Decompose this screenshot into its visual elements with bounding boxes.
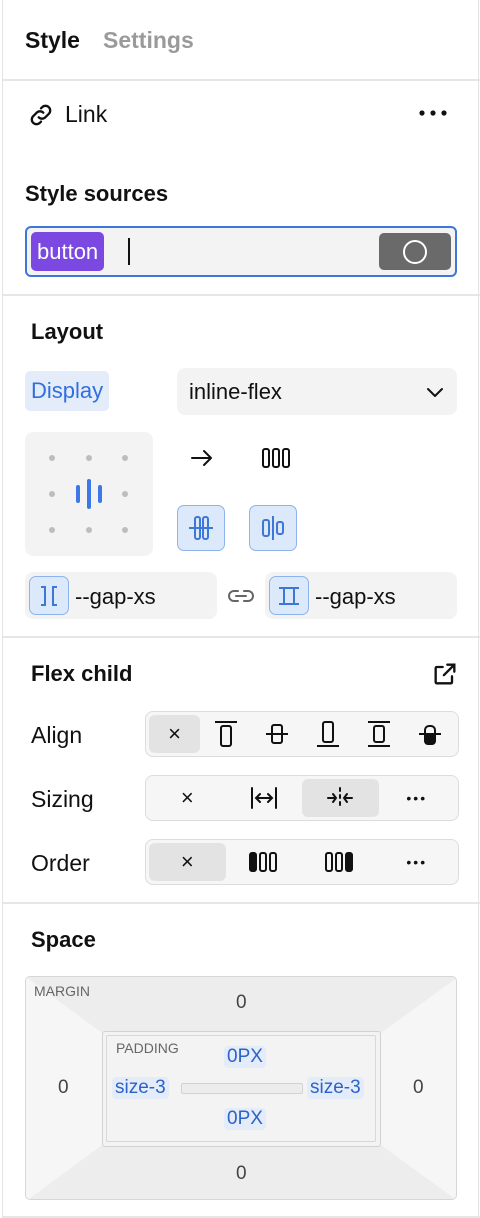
align-start-icon <box>214 721 237 747</box>
style-sources-title: Style sources <box>25 181 169 206</box>
margin-right-value[interactable]: 0 <box>413 1077 424 1099</box>
margin-label: MARGIN <box>34 983 90 999</box>
more-horizontal-icon: ••• <box>406 854 428 870</box>
column-gap-value: --gap-xs <box>75 584 156 609</box>
divider <box>3 902 480 904</box>
margin-top-value[interactable]: 0 <box>236 992 247 1014</box>
justify-space-between-icon <box>262 516 284 540</box>
align-center-icon <box>265 724 288 744</box>
divider <box>3 79 480 81</box>
divider <box>3 636 480 638</box>
sizing-more-button[interactable]: ••• <box>379 779 456 817</box>
style-source-token[interactable]: button <box>31 232 105 271</box>
external-link-icon[interactable] <box>431 660 459 688</box>
order-last-icon <box>325 852 354 872</box>
align-end-icon <box>316 721 339 747</box>
flex-wrap-icon[interactable] <box>261 446 293 470</box>
margin-bottom-value[interactable]: 0 <box>236 1163 247 1185</box>
token-menu-button[interactable] <box>379 233 451 270</box>
column-gap-field[interactable]: --gap-xs <box>25 572 217 619</box>
divider <box>3 294 480 296</box>
align-stretch-icon <box>367 721 390 747</box>
sizing-label: Sizing <box>31 786 94 812</box>
tab-style[interactable]: Style <box>25 27 80 54</box>
close-icon: × <box>168 721 181 746</box>
row-gap-field[interactable]: --gap-xs <box>265 572 457 619</box>
layout-title: Layout <box>31 319 104 344</box>
arrow-right-icon[interactable] <box>189 446 215 470</box>
column-gap-icon <box>29 576 69 615</box>
align-center-icon <box>189 516 213 540</box>
text-cursor <box>128 238 130 265</box>
more-horizontal-icon: ••• <box>406 790 428 806</box>
padding-right-value[interactable]: size-3 <box>307 1077 364 1099</box>
tab-settings[interactable]: Settings <box>103 27 194 54</box>
space-box-model: MARGIN 0 0 0 0 PADDING 0PX size-3 size-3… <box>25 976 457 1200</box>
alignment-grid[interactable] <box>25 432 153 556</box>
align-auto-button[interactable]: × <box>149 715 200 753</box>
padding-box: PADDING 0PX size-3 size-3 0PX <box>102 1031 381 1147</box>
grow-icon <box>250 787 277 809</box>
row-gap-value: --gap-xs <box>315 584 396 609</box>
circle-icon <box>403 239 427 264</box>
align-items-center-button[interactable] <box>177 505 225 551</box>
align-end-button[interactable] <box>302 715 353 753</box>
order-first-icon <box>248 852 277 872</box>
padding-top-value[interactable]: 0PX <box>224 1046 266 1068</box>
order-none-button[interactable]: × <box>149 843 226 881</box>
padding-left-value[interactable]: size-3 <box>112 1077 169 1099</box>
align-self-segmented: × <box>145 711 459 757</box>
more-horizontal-icon[interactable] <box>417 101 449 125</box>
order-last-button[interactable] <box>302 843 379 881</box>
space-title: Space <box>31 927 96 952</box>
chevron-down-icon <box>425 382 445 402</box>
sizing-shrink-button[interactable] <box>302 779 379 817</box>
align-baseline-icon <box>418 725 441 745</box>
row-gap-icon <box>269 576 309 615</box>
style-panel: Style Settings Link Style sources button… <box>2 0 480 1218</box>
component-name: Link <box>65 101 108 127</box>
sizing-none-button[interactable]: × <box>149 779 226 817</box>
padding-label: PADDING <box>116 1040 179 1056</box>
flex-child-title: Flex child <box>31 661 133 686</box>
align-label: Align <box>31 722 83 748</box>
align-center-button[interactable] <box>251 715 302 753</box>
order-label: Order <box>31 850 90 876</box>
align-baseline-button[interactable] <box>404 715 455 753</box>
justify-content-button[interactable] <box>249 505 297 551</box>
display-value: inline-flex <box>189 379 282 404</box>
order-more-button[interactable]: ••• <box>379 843 456 881</box>
style-sources-input[interactable]: button <box>25 226 457 277</box>
close-icon: × <box>180 785 194 810</box>
align-start-button[interactable] <box>200 715 251 753</box>
sizing-segmented: × ••• <box>145 775 459 821</box>
link-icon <box>27 101 55 129</box>
link-gaps-icon[interactable] <box>226 584 256 608</box>
close-icon: × <box>180 849 194 874</box>
display-select[interactable]: inline-flex <box>177 368 457 415</box>
display-label[interactable]: Display <box>25 371 110 411</box>
order-first-button[interactable] <box>226 843 303 881</box>
sizing-grow-button[interactable] <box>226 779 303 817</box>
content-box <box>181 1083 303 1094</box>
padding-bottom-value[interactable]: 0PX <box>224 1108 266 1130</box>
shrink-icon <box>327 787 354 806</box>
align-stretch-button[interactable] <box>353 715 404 753</box>
margin-left-value[interactable]: 0 <box>58 1077 69 1099</box>
order-segmented: × ••• <box>145 839 459 885</box>
